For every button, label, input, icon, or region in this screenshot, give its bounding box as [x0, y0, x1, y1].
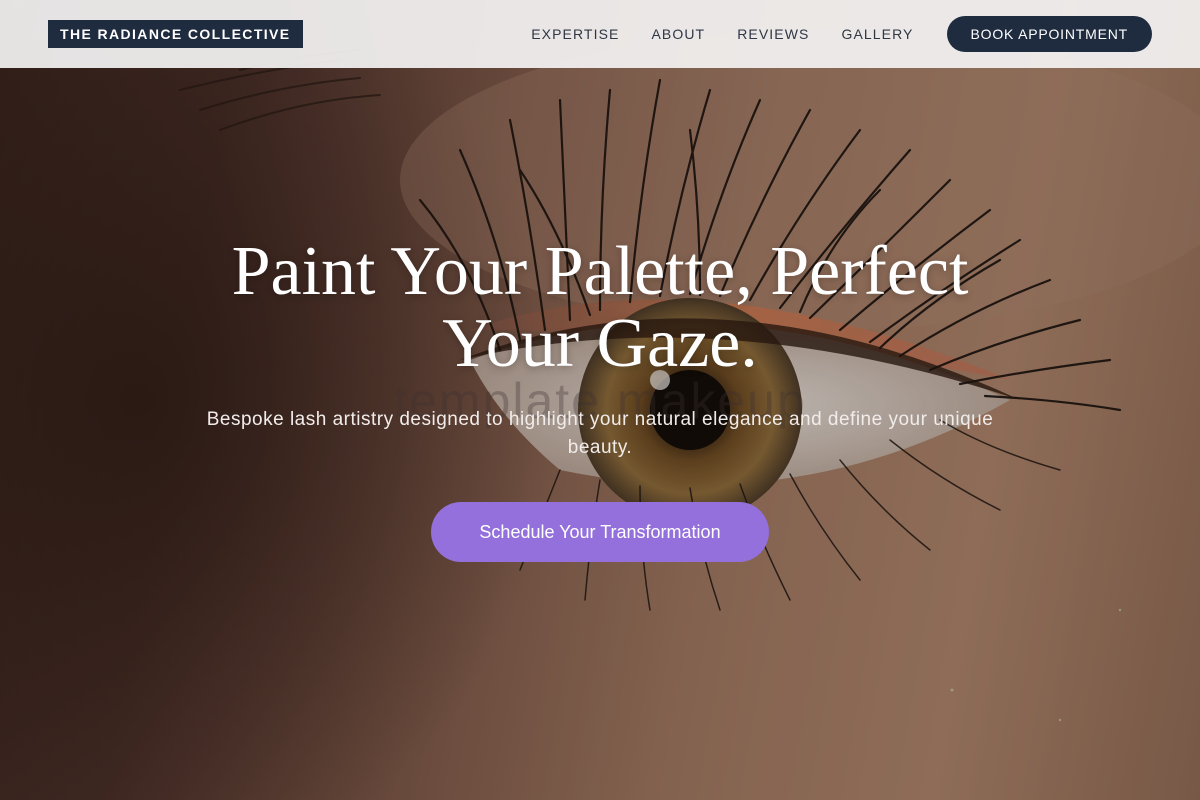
nav-link-expertise[interactable]: EXPERTISE [531, 26, 619, 42]
hero-background-image [0, 0, 1200, 800]
book-appointment-button[interactable]: BOOK APPOINTMENT [946, 16, 1152, 52]
hero-section: Paint Your Palette, Perfect Your Gaze. [0, 236, 1200, 380]
hero-subtitle-wrap: Bespoke lash artistry designed to highli… [0, 406, 1200, 462]
hero-dim-overlay [0, 0, 1200, 800]
main-nav: EXPERTISE ABOUT REVIEWS GALLERY BOOK APP… [531, 16, 1152, 52]
nav-link-about[interactable]: ABOUT [651, 26, 705, 42]
schedule-transformation-button[interactable]: Schedule Your Transformation [431, 502, 769, 562]
site-header: THE RADIANCE COLLECTIVE EXPERTISE ABOUT … [0, 0, 1200, 68]
hero-title: Paint Your Palette, Perfect Your Gaze. [231, 233, 969, 382]
nav-link-reviews[interactable]: REVIEWS [737, 26, 809, 42]
hero-subtitle: Bespoke lash artistry designed to highli… [206, 409, 994, 458]
nav-link-gallery[interactable]: GALLERY [841, 26, 913, 42]
brand-logo[interactable]: THE RADIANCE COLLECTIVE [48, 20, 303, 48]
